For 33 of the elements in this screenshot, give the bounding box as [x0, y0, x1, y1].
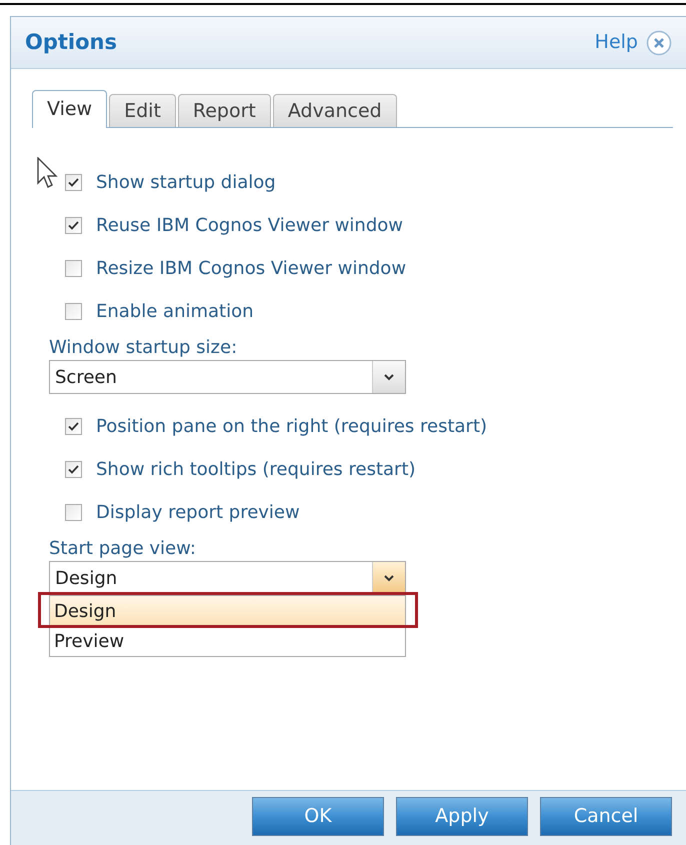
checkbox[interactable] — [65, 504, 82, 521]
checkbox[interactable] — [65, 260, 82, 277]
chevron-down-icon — [384, 374, 394, 380]
checkbox-label: Resize IBM Cognos Viewer window — [96, 257, 406, 281]
dialog-button[interactable]: Apply — [396, 797, 528, 836]
check-icon — [68, 422, 79, 431]
checkbox[interactable] — [65, 461, 82, 478]
dropdown[interactable]: Design — [49, 561, 406, 595]
checkbox[interactable] — [65, 174, 82, 191]
tab[interactable]: Report — [178, 94, 271, 127]
checkbox[interactable] — [65, 217, 82, 234]
window-title: Options — [25, 28, 117, 56]
check-icon — [68, 178, 79, 187]
tab[interactable]: View — [32, 90, 108, 128]
check-icon — [68, 221, 79, 230]
field-label: Start page view: — [49, 537, 196, 561]
checkbox-label: Display report preview — [96, 501, 300, 525]
dropdown[interactable]: Screen — [49, 360, 406, 394]
checkbox-label: Reuse IBM Cognos Viewer window — [96, 214, 403, 238]
check-icon — [68, 465, 79, 474]
field-label: Window startup size: — [49, 336, 238, 360]
checkbox-label: Show rich tooltips (requires restart) — [96, 458, 416, 482]
checkbox-label: Position pane on the right (requires restart) — [96, 415, 488, 439]
checkbox[interactable] — [65, 418, 82, 435]
dropdown-option[interactable]: Design — [50, 596, 405, 626]
tab[interactable]: Advanced — [272, 94, 397, 127]
checkbox-label: Enable animation — [96, 300, 254, 324]
checkbox-label: Show startup dialog — [96, 171, 276, 195]
close-icon[interactable] — [646, 30, 672, 56]
tab[interactable]: Edit — [109, 94, 176, 127]
chevron-down-icon — [384, 574, 394, 582]
help-link[interactable]: Help — [594, 28, 638, 57]
checkbox[interactable] — [65, 303, 82, 320]
